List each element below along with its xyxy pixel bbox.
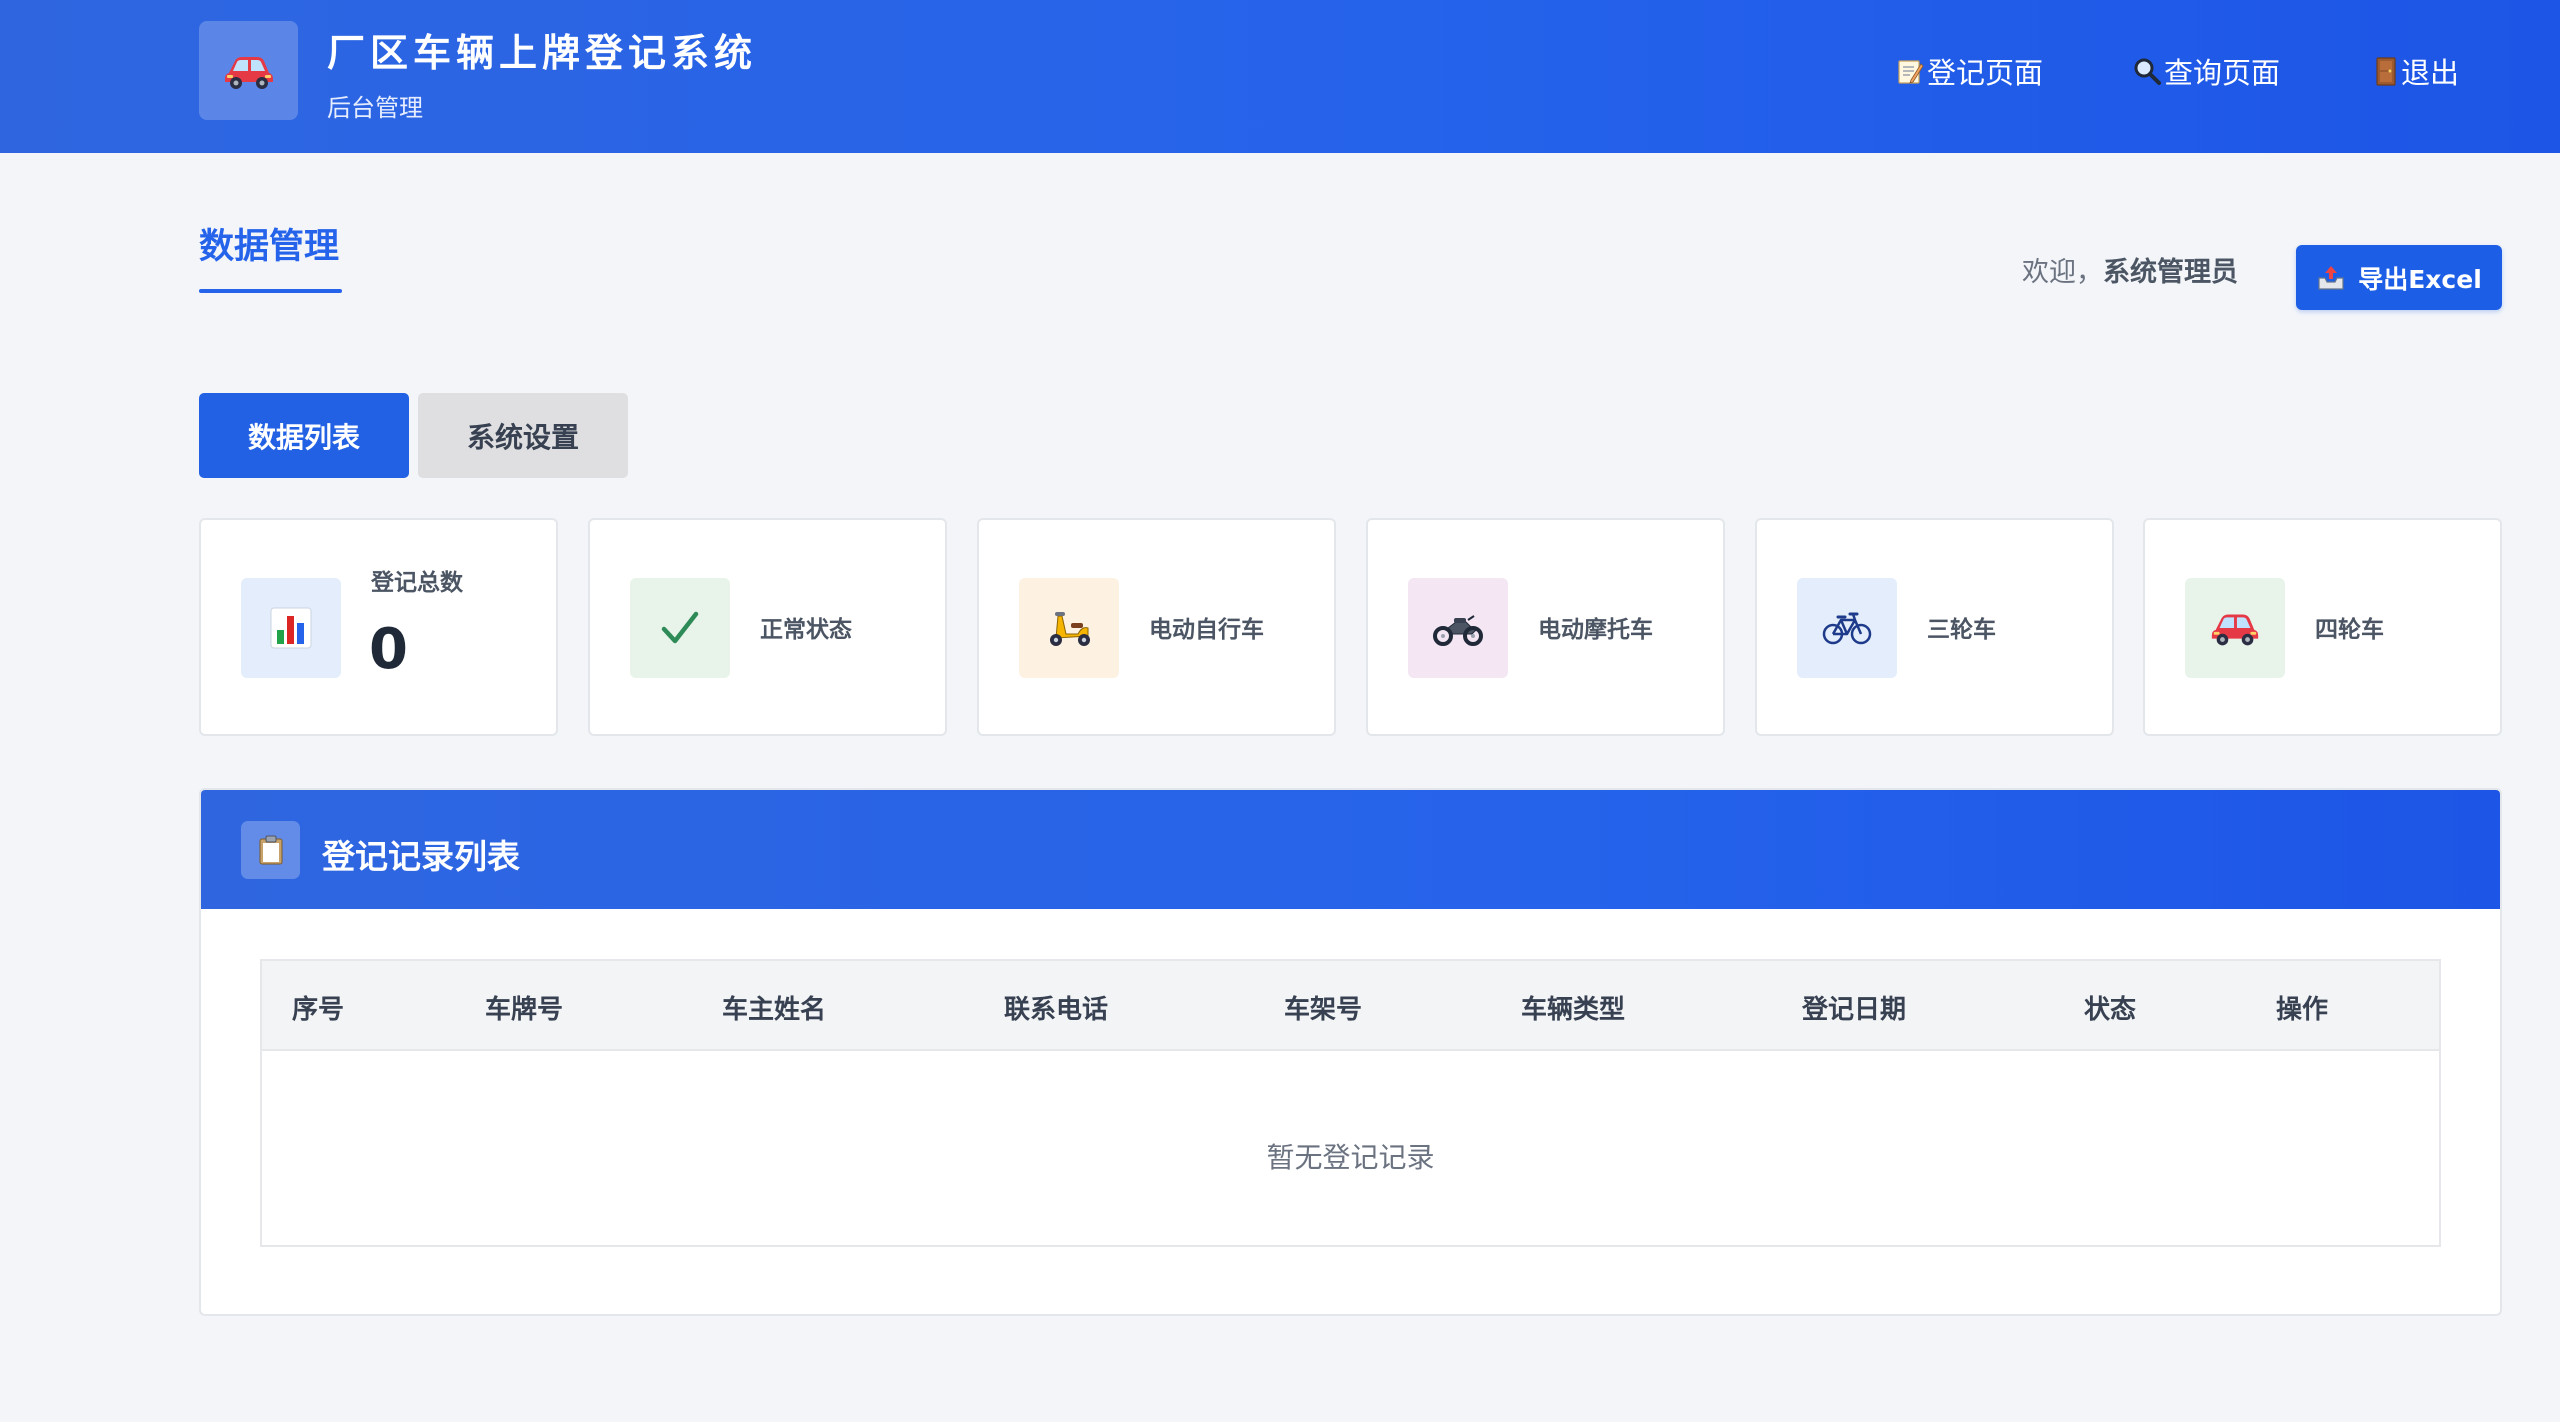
car-icon bbox=[224, 56, 273, 89]
app-subtitle: 后台管理 bbox=[327, 94, 423, 122]
memo-icon bbox=[1898, 60, 1924, 84]
clipboard-icon-box bbox=[241, 821, 300, 879]
stat-icon-box bbox=[630, 578, 730, 678]
column-header-vehicle-type[interactable]: 车辆类型 bbox=[1521, 989, 1625, 1026]
top-header: 厂区车辆上牌登记系统 后台管理 登记页面 查询页面 退出 bbox=[0, 0, 2560, 153]
column-header-index[interactable]: 序号 bbox=[292, 989, 344, 1026]
magnifier-icon bbox=[2134, 58, 2161, 85]
stat-label-e-motorcycle: 电动摩托车 bbox=[1538, 617, 1653, 643]
bicycle-icon bbox=[1822, 612, 1872, 645]
export-excel-label: 导出Excel bbox=[2358, 264, 2482, 294]
column-header-plate[interactable]: 车牌号 bbox=[485, 989, 563, 1026]
stat-icon-box bbox=[1019, 578, 1119, 678]
stat-label-total: 登记总数 bbox=[371, 570, 463, 596]
stat-label-tricycle: 三轮车 bbox=[1927, 617, 1996, 643]
outbox-tray-icon bbox=[2318, 265, 2344, 290]
checkmark-icon bbox=[661, 611, 699, 644]
column-header-actions[interactable]: 操作 bbox=[2276, 989, 2328, 1026]
door-icon bbox=[2376, 57, 2396, 86]
nav-query-label: 查询页面 bbox=[2164, 56, 2281, 90]
nav-logout-link[interactable]: 退出 bbox=[2373, 50, 2459, 92]
column-header-frame-no[interactable]: 车架号 bbox=[1284, 989, 1362, 1026]
app-title: 厂区车辆上牌登记系统 bbox=[327, 31, 758, 75]
clipboard-icon bbox=[259, 835, 282, 865]
stat-card-car: 四轮车 bbox=[2143, 518, 2502, 736]
stat-label-normal: 正常状态 bbox=[760, 617, 852, 643]
stat-icon-box bbox=[2185, 578, 2285, 678]
column-header-status[interactable]: 状态 bbox=[2084, 989, 2136, 1026]
export-excel-button[interactable]: 导出Excel bbox=[2296, 245, 2502, 310]
stat-card-e-motorcycle: 电动摩托车 bbox=[1366, 518, 1725, 736]
scooter-icon bbox=[1050, 612, 1090, 646]
stat-label-car: 四轮车 bbox=[2315, 617, 2384, 643]
records-panel-title: 登记记录列表 bbox=[322, 837, 520, 876]
nav-register-label: 登记页面 bbox=[1927, 56, 2044, 90]
stat-icon-box bbox=[1408, 578, 1508, 678]
empty-state-message: 暂无登记记录 bbox=[1266, 1141, 1435, 1174]
car-icon bbox=[2211, 614, 2259, 646]
motorcycle-icon bbox=[1433, 615, 1483, 646]
stat-card-normal: 正常状态 bbox=[588, 518, 947, 736]
column-header-reg-date[interactable]: 登记日期 bbox=[1802, 989, 1906, 1026]
bar-chart-icon bbox=[270, 607, 312, 649]
welcome-prefix: 欢迎， bbox=[2022, 257, 2103, 288]
nav-logout-label: 退出 bbox=[2401, 56, 2460, 90]
column-header-owner[interactable]: 车主姓名 bbox=[722, 989, 826, 1026]
app-logo bbox=[199, 21, 298, 120]
page-title-underline bbox=[199, 289, 342, 293]
records-panel: 登记记录列表 序号 车牌号 车主姓名 联系电话 车架号 车辆类型 登记日期 状态… bbox=[199, 788, 2502, 1316]
nav-register-link[interactable]: 登记页面 bbox=[1895, 50, 2043, 92]
tab-system-settings[interactable]: 系统设置 bbox=[418, 393, 628, 478]
stat-icon-box bbox=[1797, 578, 1897, 678]
stat-card-tricycle: 三轮车 bbox=[1755, 518, 2114, 736]
stat-card-total: 登记总数 0 bbox=[199, 518, 558, 736]
welcome-user: 系统管理员 bbox=[2103, 257, 2238, 288]
column-header-phone[interactable]: 联系电话 bbox=[1004, 989, 1108, 1026]
stat-label-e-bike: 电动自行车 bbox=[1149, 617, 1264, 643]
records-panel-header: 登记记录列表 bbox=[201, 790, 2500, 909]
records-table: 序号 车牌号 车主姓名 联系电话 车架号 车辆类型 登记日期 状态 操作 暂无登… bbox=[260, 959, 2441, 1247]
table-header-row: 序号 车牌号 车主姓名 联系电话 车架号 车辆类型 登记日期 状态 操作 bbox=[262, 961, 2439, 1051]
tab-data-list[interactable]: 数据列表 bbox=[199, 393, 409, 478]
stat-icon-box bbox=[241, 578, 341, 678]
stat-value-total: 0 bbox=[369, 617, 408, 682]
welcome-message: 欢迎，系统管理员 bbox=[2022, 250, 2238, 289]
nav-query-link[interactable]: 查询页面 bbox=[2132, 50, 2280, 92]
page-title: 数据管理 bbox=[199, 227, 340, 267]
stat-card-e-bike: 电动自行车 bbox=[977, 518, 1336, 736]
